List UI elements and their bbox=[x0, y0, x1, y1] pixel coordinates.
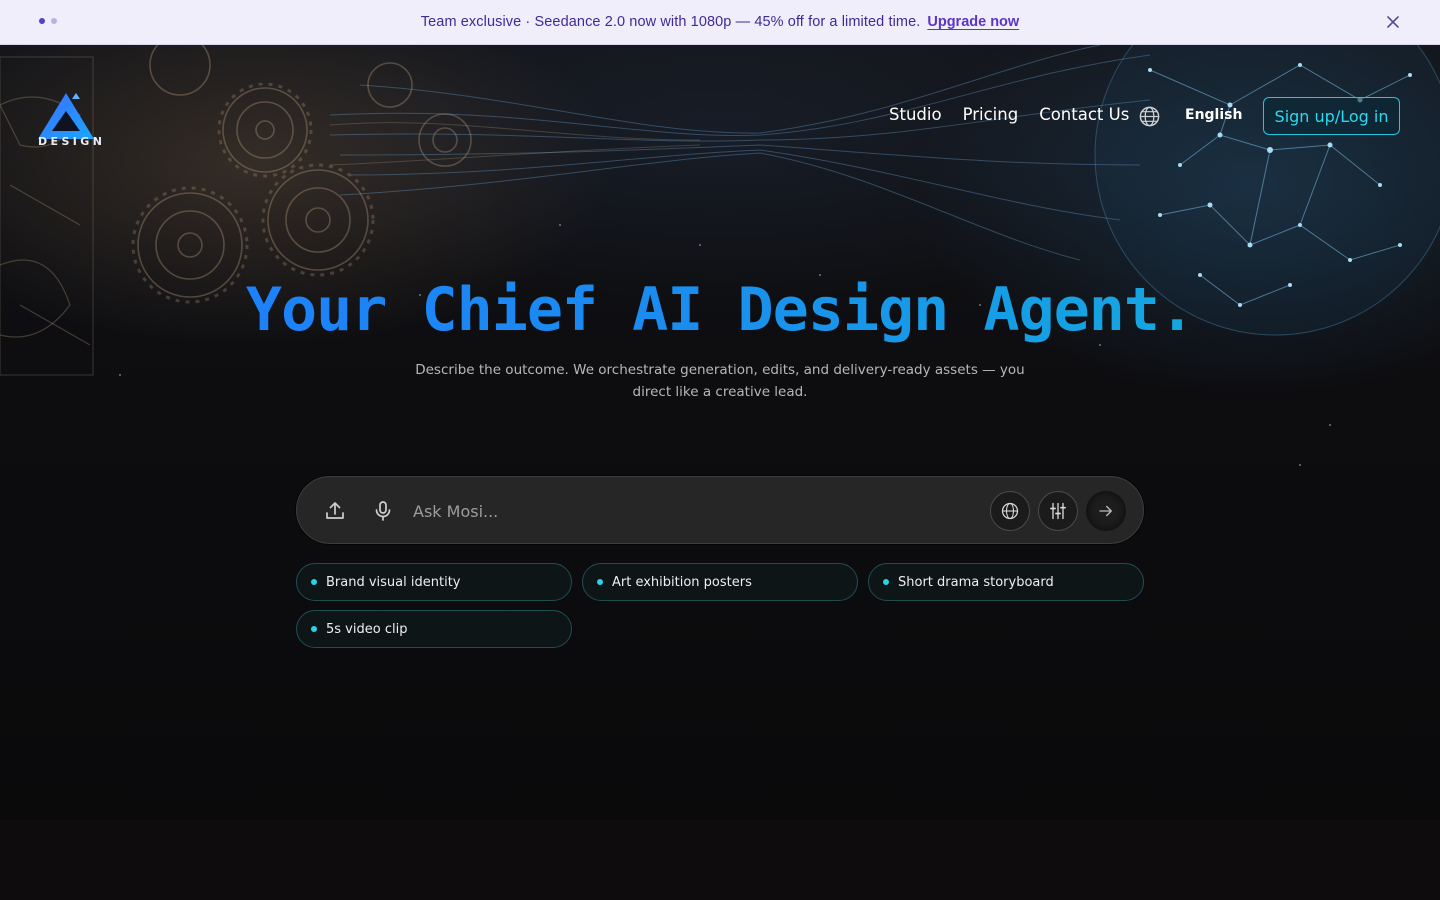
suggestion-label: 5s video clip bbox=[326, 621, 408, 637]
chip-bullet bbox=[597, 579, 603, 585]
suggestion-label: Brand visual identity bbox=[326, 574, 461, 590]
close-icon[interactable] bbox=[1384, 13, 1402, 31]
globe-icon bbox=[1001, 502, 1019, 520]
chip-bullet bbox=[311, 626, 317, 632]
logo-text: DESIGN bbox=[38, 135, 106, 148]
language-selector[interactable]: English bbox=[1185, 107, 1242, 123]
suggestion-chip[interactable]: Short drama storyboard bbox=[868, 563, 1144, 601]
ask-input[interactable] bbox=[413, 497, 973, 525]
nav-link-studio[interactable]: Studio bbox=[889, 105, 942, 124]
announcement-bar: Team exclusive · Seedance 2.0 now with 1… bbox=[0, 0, 1440, 45]
hero-section: DESIGN Studio Pricing Contact Us English… bbox=[0, 45, 1440, 820]
hero-subtitle: Describe the outcome. We orchestrate gen… bbox=[415, 362, 1025, 400]
upgrade-now-link[interactable]: Upgrade now bbox=[927, 14, 1019, 30]
suggestion-chip[interactable]: 5s video clip bbox=[296, 610, 572, 648]
nav-link-pricing[interactable]: Pricing bbox=[963, 105, 1019, 124]
carousel-dot-2[interactable] bbox=[51, 18, 57, 24]
carousel-dots bbox=[39, 18, 57, 24]
send-button[interactable] bbox=[1086, 491, 1126, 531]
signup-login-button[interactable]: Sign up/Log in bbox=[1263, 97, 1400, 135]
nav-link-contact-us[interactable]: Contact Us bbox=[1039, 105, 1129, 124]
chip-bullet bbox=[311, 579, 317, 585]
carousel-dot-1[interactable] bbox=[39, 18, 45, 24]
ask-input-bar bbox=[296, 476, 1144, 544]
main-nav: Studio Pricing Contact Us bbox=[889, 105, 1150, 124]
hero-headline: Your Chief AI Design Agent. bbox=[0, 275, 1440, 345]
globe-icon[interactable] bbox=[1138, 105, 1161, 128]
hero-background-art bbox=[0, 45, 1440, 466]
web-search-button[interactable] bbox=[990, 491, 1030, 531]
suggestion-label: Art exhibition posters bbox=[612, 574, 752, 590]
suggestion-label: Short drama storyboard bbox=[898, 574, 1054, 590]
suggestion-chip[interactable]: Brand visual identity bbox=[296, 563, 572, 601]
arrow-right-icon bbox=[1099, 505, 1112, 517]
microphone-icon[interactable] bbox=[371, 499, 395, 523]
chip-bullet bbox=[883, 579, 889, 585]
upload-icon[interactable] bbox=[323, 499, 347, 523]
announcement-message: Team exclusive · Seedance 2.0 now with 1… bbox=[420, 14, 921, 30]
sliders-icon bbox=[1050, 502, 1066, 520]
page-below-fold bbox=[0, 820, 1440, 900]
settings-sliders-button[interactable] bbox=[1038, 491, 1078, 531]
suggestion-chip[interactable]: Art exhibition posters bbox=[582, 563, 858, 601]
